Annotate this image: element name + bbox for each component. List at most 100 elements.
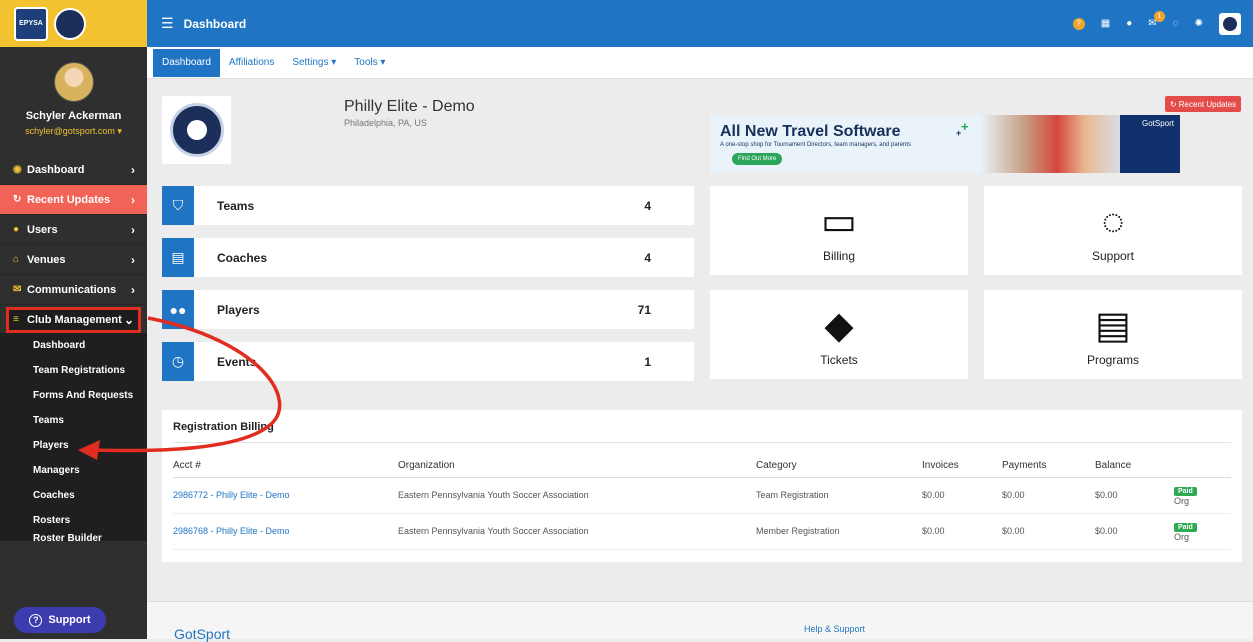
table-row: 2986768 - Philly Elite - Demo Eastern Pe… xyxy=(173,513,1231,550)
stat-value: 4 xyxy=(644,250,651,265)
sidebar-item-label: Club Management xyxy=(27,313,122,326)
recent-updates-button[interactable]: ↻ Recent Updates xyxy=(1165,96,1241,112)
credit-card-icon: ▭ xyxy=(821,201,857,243)
club-name: Philly Elite - Demo xyxy=(344,98,475,115)
travel-software-banner[interactable]: All New Travel Software A one-stop shop … xyxy=(710,115,1180,173)
tab-dashboard[interactable]: Dashboard xyxy=(153,48,220,77)
submenu-item-teams[interactable]: Teams xyxy=(0,408,147,433)
column-header: Acct # xyxy=(173,455,398,478)
support-button-label: Support xyxy=(48,614,91,626)
tab-affiliations[interactable]: Affiliations xyxy=(220,47,283,79)
account-link[interactable]: 2986772 - Philly Elite - Demo xyxy=(173,477,398,514)
submenu-item-managers[interactable]: Managers xyxy=(0,458,147,483)
grid-icon[interactable]: ▦ xyxy=(1101,18,1110,29)
club-logo-card xyxy=(162,96,231,164)
user-icon[interactable]: ● xyxy=(1126,18,1132,29)
sidebar-logo-bar: EPYSA xyxy=(0,0,147,47)
list-icon: ≡ xyxy=(13,314,19,325)
clock-icon: ◷ xyxy=(162,342,194,381)
soccer-ball-logo xyxy=(169,103,224,157)
balance-cell: $0.00 xyxy=(1095,477,1174,514)
stat-teams[interactable]: ⛉ Teams 4 xyxy=(162,186,694,225)
stat-players[interactable]: ●● Players 71 xyxy=(162,290,694,329)
column-header: Payments xyxy=(1002,455,1095,478)
column-header: Category xyxy=(756,455,922,478)
stat-value: 4 xyxy=(644,198,651,213)
club-logo[interactable] xyxy=(54,7,86,40)
submenu-item-dashboard[interactable]: Dashboard xyxy=(0,333,147,358)
invoices-cell: $0.00 xyxy=(922,477,1002,514)
footer: GotSport Help & Support xyxy=(147,601,1253,642)
state-association-logo[interactable]: EPYSA xyxy=(14,6,48,41)
submenu-item-players[interactable]: Players xyxy=(0,433,147,458)
refresh-icon: ↻ xyxy=(13,194,22,205)
chat-icon[interactable]: ◌ xyxy=(1173,18,1179,29)
sidebar-item-label: Communications xyxy=(27,283,117,296)
submenu-item-team-registrations[interactable]: Team Registrations xyxy=(0,358,147,383)
stat-coaches[interactable]: ▤ Coaches 4 xyxy=(162,238,694,277)
find-out-more-button[interactable]: Find Out More xyxy=(732,153,783,165)
mail-count-badge: 1 xyxy=(1153,11,1165,22)
programs-tile[interactable]: ▤ Programs xyxy=(984,290,1242,379)
hamburger-menu-icon[interactable]: ☰ xyxy=(161,15,174,32)
tile-label: Billing xyxy=(822,249,855,263)
banner-photo xyxy=(980,115,1120,173)
support-tile[interactable]: ◌ Support xyxy=(984,186,1242,275)
category-cell: Team Registration xyxy=(756,477,922,514)
billing-tile[interactable]: ▭ Billing xyxy=(710,186,968,275)
help-support-link[interactable]: Help & Support xyxy=(804,624,865,634)
sidebar-item-recent-updates[interactable]: ↻ Recent Updates › xyxy=(0,185,147,215)
help-icon[interactable]: ? xyxy=(1072,17,1085,30)
table-header-row: Acct # Organization Category Invoices Pa… xyxy=(173,455,1231,478)
club-location: Philadelphia, PA, US xyxy=(344,118,427,128)
avatar[interactable] xyxy=(53,62,94,102)
tile-label: Support xyxy=(1091,249,1135,263)
club-logo-icon xyxy=(1223,16,1237,31)
chevron-right-icon: › xyxy=(131,162,135,177)
tab-tools[interactable]: Tools ▾ xyxy=(345,47,394,79)
sidebar-item-dashboard[interactable]: ◉ Dashboard › xyxy=(0,155,147,185)
submenu-item-coaches[interactable]: Coaches xyxy=(0,483,147,508)
submenu-item-roster-builder[interactable]: Roster Builder xyxy=(0,533,147,541)
sidebar-item-communications[interactable]: ✉ Communications › xyxy=(0,275,147,305)
club-switcher[interactable] xyxy=(1219,12,1241,35)
document-icon: ▤ xyxy=(1095,305,1131,347)
sidebar-item-venues[interactable]: ⌂ Venues › xyxy=(0,245,147,275)
players-icon: ●● xyxy=(162,290,194,329)
stat-value: 71 xyxy=(637,302,651,317)
invoices-cell: $0.00 xyxy=(922,513,1002,550)
table-row: 2986772 - Philly Elite - Demo Eastern Pe… xyxy=(173,477,1231,514)
sidebar-item-club-management[interactable]: ≡ Club Management ⌄ xyxy=(6,307,141,333)
column-header xyxy=(1174,455,1231,478)
submenu-item-rosters[interactable]: Rosters xyxy=(0,508,147,533)
dashboard-icon: ◉ xyxy=(13,164,22,175)
account-link[interactable]: 2986768 - Philly Elite - Demo xyxy=(173,513,398,550)
payments-cell: $0.00 xyxy=(1002,477,1095,514)
sidebar: EPYSA Schyler Ackerman schyler@gotsport.… xyxy=(0,0,147,639)
tickets-tile[interactable]: ◆ Tickets xyxy=(710,290,968,379)
support-button[interactable]: ? Support xyxy=(14,607,106,633)
status-type: Org xyxy=(1174,531,1190,542)
page-title: Dashboard xyxy=(183,16,247,31)
column-header: Balance xyxy=(1095,455,1174,478)
user-name: Schyler Ackerman xyxy=(25,110,122,122)
gear-icon[interactable]: ✺ xyxy=(1195,18,1203,29)
tab-settings[interactable]: Settings ▾ xyxy=(283,47,345,79)
help-icon: ? xyxy=(29,613,43,627)
sidebar-item-label: Dashboard xyxy=(27,163,85,176)
sidebar-item-users[interactable]: ● Users › xyxy=(0,215,147,245)
status-cell: Paid Org xyxy=(1174,477,1231,514)
shield-icon: ⛉ xyxy=(162,186,194,225)
user-profile: Schyler Ackerman schyler@gotsport.com ▾ xyxy=(0,47,147,155)
column-header: Organization xyxy=(398,455,756,478)
sidebar-item-label: Venues xyxy=(27,253,66,266)
plus-icon: + xyxy=(956,128,962,138)
sidebar-item-label: Recent Updates xyxy=(27,193,111,206)
stat-events[interactable]: ◷ Events 1 xyxy=(162,342,694,381)
user-email-dropdown[interactable]: schyler@gotsport.com ▾ xyxy=(0,126,147,137)
submenu-item-forms-and-requests[interactable]: Forms And Requests xyxy=(0,383,147,408)
users-icon: ● xyxy=(13,224,20,235)
chat-bubbles-icon: ◌ xyxy=(1101,201,1125,243)
mail-icon[interactable]: ✉ 1 xyxy=(1148,11,1165,29)
stat-label: Players xyxy=(217,302,260,317)
